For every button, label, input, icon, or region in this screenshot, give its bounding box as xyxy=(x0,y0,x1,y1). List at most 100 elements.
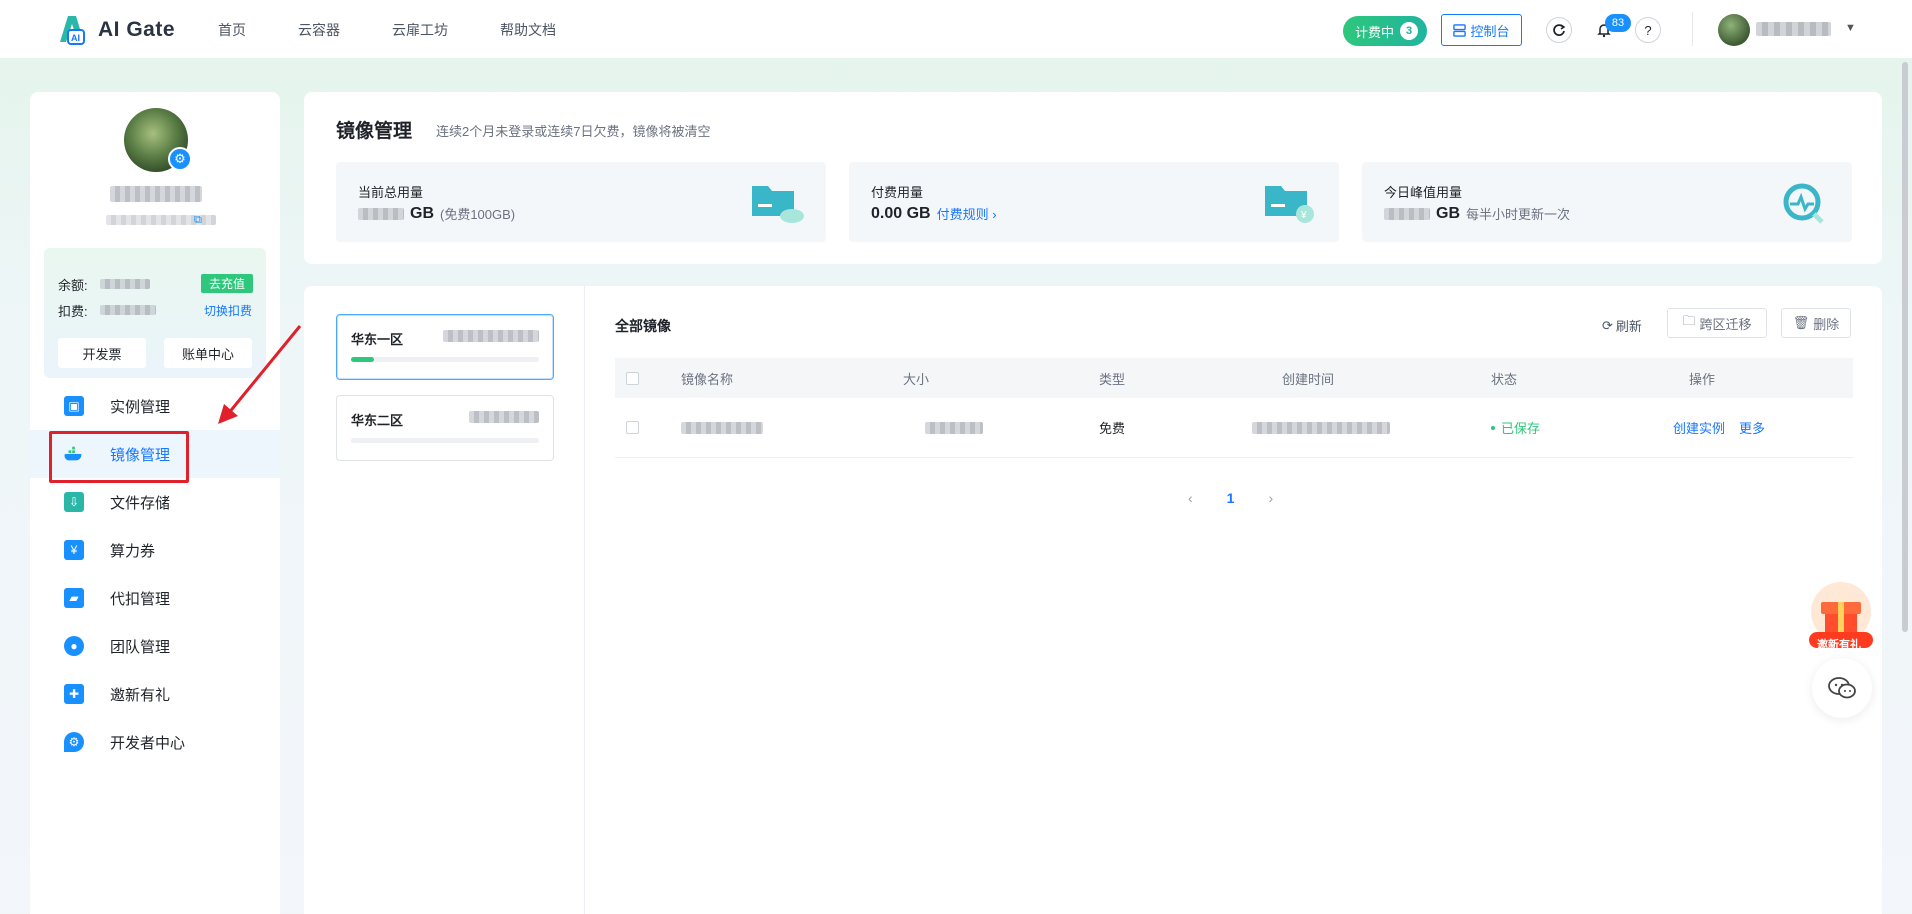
stat-sub: (免费100GB) xyxy=(440,207,516,222)
region-card-east-2[interactable]: 华东二区 xyxy=(336,395,554,461)
billing-status-pill[interactable]: 计费中 3 xyxy=(1343,16,1427,46)
stat-card-peak-usage: 今日峰值用量 GB 每半小时更新一次 xyxy=(1362,162,1852,242)
image-status-cell: 已保存 xyxy=(1491,398,1689,457)
nav-item-workshop[interactable]: 云扉工坊 xyxy=(392,20,448,40)
page-title: 镜像管理 xyxy=(336,121,413,142)
logo-text: AI Gate xyxy=(98,18,176,41)
header-cell-name: 镜像名称 xyxy=(681,371,734,387)
bill-center-button[interactable]: 账单中心 xyxy=(164,338,252,368)
image-name-cell xyxy=(681,398,903,457)
select-all-checkbox[interactable] xyxy=(626,371,639,385)
region-usage-bar xyxy=(351,438,539,443)
pagination: ‹ 1 › xyxy=(1188,490,1273,506)
page-number-current[interactable]: 1 xyxy=(1227,490,1235,506)
stat-value: GB (免费100GB) xyxy=(358,204,515,223)
status-dot-icon xyxy=(1491,425,1495,430)
header-cell-created: 创建时间 xyxy=(1282,371,1335,387)
header-cell-size: 大小 xyxy=(903,371,930,387)
region-usage-redacted xyxy=(469,411,539,423)
table-header: 镜像名称 大小 类型 创建时间 状态 操作 xyxy=(615,358,1853,398)
nav-item-cloud-container[interactable]: 云容器 xyxy=(298,20,340,40)
migrate-region-button[interactable]: 🗀 跨区迁移 xyxy=(1667,308,1767,338)
stat-unit: GB xyxy=(410,204,434,222)
billing-status-label: 计费中 xyxy=(1355,24,1395,40)
sidebar-item-team[interactable]: ● 团队管理 xyxy=(30,622,280,670)
stat-label: 付费用量 xyxy=(871,185,924,200)
create-instance-link[interactable]: 创建实例 xyxy=(1673,418,1725,437)
stat-card-total-usage: 当前总用量 GB (免费100GB) xyxy=(336,162,826,242)
stat-card-paid-usage: 付费用量 0.00 GB 付费规则 › ¥ xyxy=(849,162,1339,242)
user-avatar[interactable] xyxy=(1718,14,1750,46)
logo-mark-icon: AI xyxy=(60,16,85,45)
billing-count-badge: 3 xyxy=(1400,22,1419,40)
trash-icon: 🗑 xyxy=(1792,315,1810,330)
header-cell-status: 状态 xyxy=(1491,371,1518,387)
next-page-icon[interactable]: › xyxy=(1268,490,1273,506)
invoice-button[interactable]: 开发票 xyxy=(58,338,146,368)
refresh-circle-icon[interactable] xyxy=(1546,17,1572,43)
user-name-redacted[interactable] xyxy=(1756,22,1831,36)
image-actions-cell: 创建实例 更多 xyxy=(1673,398,1837,457)
deduct-label: 扣费: xyxy=(58,304,88,319)
balance-value-redacted xyxy=(100,279,150,289)
sidebar-item-instances[interactable]: ▣ 实例管理 xyxy=(30,382,280,430)
wechat-icon xyxy=(1828,677,1856,699)
wechat-support-button[interactable] xyxy=(1812,658,1872,718)
sidebar-item-coupons[interactable]: ¥ 算力券 xyxy=(30,526,280,574)
header-cell-type: 类型 xyxy=(1099,371,1126,387)
profile-name-redacted xyxy=(110,186,202,202)
console-label: 控制台 xyxy=(1470,23,1510,39)
image-created-redacted xyxy=(1252,421,1390,434)
invite-gift-widget[interactable]: 邀新有礼 xyxy=(1805,582,1877,654)
sidebar-item-label: 镜像管理 xyxy=(110,446,171,464)
recharge-button[interactable]: 去充值 xyxy=(201,274,253,293)
header-cell-select xyxy=(615,358,681,398)
top-navbar: AI AI Gate 首页 云容器 云扉工坊 帮助文档 计费中 3 控制台 83… xyxy=(0,0,1912,58)
topbar-divider xyxy=(1692,12,1693,46)
notification-count-badge: 83 xyxy=(1605,14,1631,32)
nav-item-home[interactable]: 首页 xyxy=(218,20,246,40)
refresh-icon: ⟳ xyxy=(1602,317,1613,333)
settings-gear-icon[interactable]: ⚙ xyxy=(168,147,192,171)
image-size-cell xyxy=(903,398,1099,457)
sidebar-item-developer[interactable]: ⚙ 开发者中心 xyxy=(30,718,280,766)
stat-label: 今日峰值用量 xyxy=(1384,185,1463,200)
sidebar-item-withholding[interactable]: ▰ 代扣管理 xyxy=(30,574,280,622)
row-checkbox[interactable] xyxy=(626,421,639,434)
sidebar-item-label: 邀新有礼 xyxy=(110,686,171,704)
switch-deduct-link[interactable]: 切换扣费 xyxy=(204,302,252,319)
nav-item-help-docs[interactable]: 帮助文档 xyxy=(500,20,556,40)
sidebar-item-label: 团队管理 xyxy=(110,638,171,656)
svg-text:AI: AI xyxy=(71,33,80,43)
region-usage-bar xyxy=(351,357,539,362)
page-scrollbar[interactable] xyxy=(1902,62,1908,632)
team-icon: ● xyxy=(64,636,84,656)
sidebar-item-label: 开发者中心 xyxy=(110,734,186,752)
sidebar-item-label: 算力券 xyxy=(110,542,156,560)
prev-page-icon[interactable]: ‹ xyxy=(1188,490,1193,506)
status-label: 已保存 xyxy=(1501,421,1541,436)
stat-value: GB 每半小时更新一次 xyxy=(1384,204,1570,223)
help-icon[interactable]: ? xyxy=(1635,17,1661,43)
more-actions-link[interactable]: 更多 xyxy=(1739,418,1765,437)
migrate-label: 跨区迁移 xyxy=(1699,316,1752,332)
stat-unit: GB xyxy=(1436,204,1460,222)
console-button[interactable]: 控制台 xyxy=(1441,14,1522,46)
region-card-east-1[interactable]: 华东一区 xyxy=(336,314,554,380)
delete-button[interactable]: 🗑 删除 xyxy=(1781,308,1851,338)
chevron-down-icon[interactable]: ▼ xyxy=(1845,22,1856,34)
sidebar-item-images[interactable]: 镜像管理 xyxy=(30,430,280,478)
sidebar-item-invite[interactable]: ✚ 邀新有礼 xyxy=(30,670,280,718)
paid-rules-link[interactable]: 付费规则 › xyxy=(937,204,997,223)
storage-icon: ⇩ xyxy=(64,492,84,512)
refresh-button[interactable]: ⟳ 刷新 xyxy=(1602,316,1642,335)
logo[interactable]: AI AI Gate xyxy=(54,12,175,48)
instance-icon: ▣ xyxy=(64,396,84,416)
sidebar-item-storage[interactable]: ⇩ 文件存储 xyxy=(30,478,280,526)
header-cell-actions: 操作 xyxy=(1689,371,1716,387)
copy-icon[interactable]: ⧉ xyxy=(194,214,202,227)
image-name-redacted xyxy=(681,421,763,434)
region-usage-fill xyxy=(351,357,374,362)
refresh-label: 刷新 xyxy=(1615,319,1642,334)
paid-usage-value: 0.00 GB xyxy=(871,204,931,222)
